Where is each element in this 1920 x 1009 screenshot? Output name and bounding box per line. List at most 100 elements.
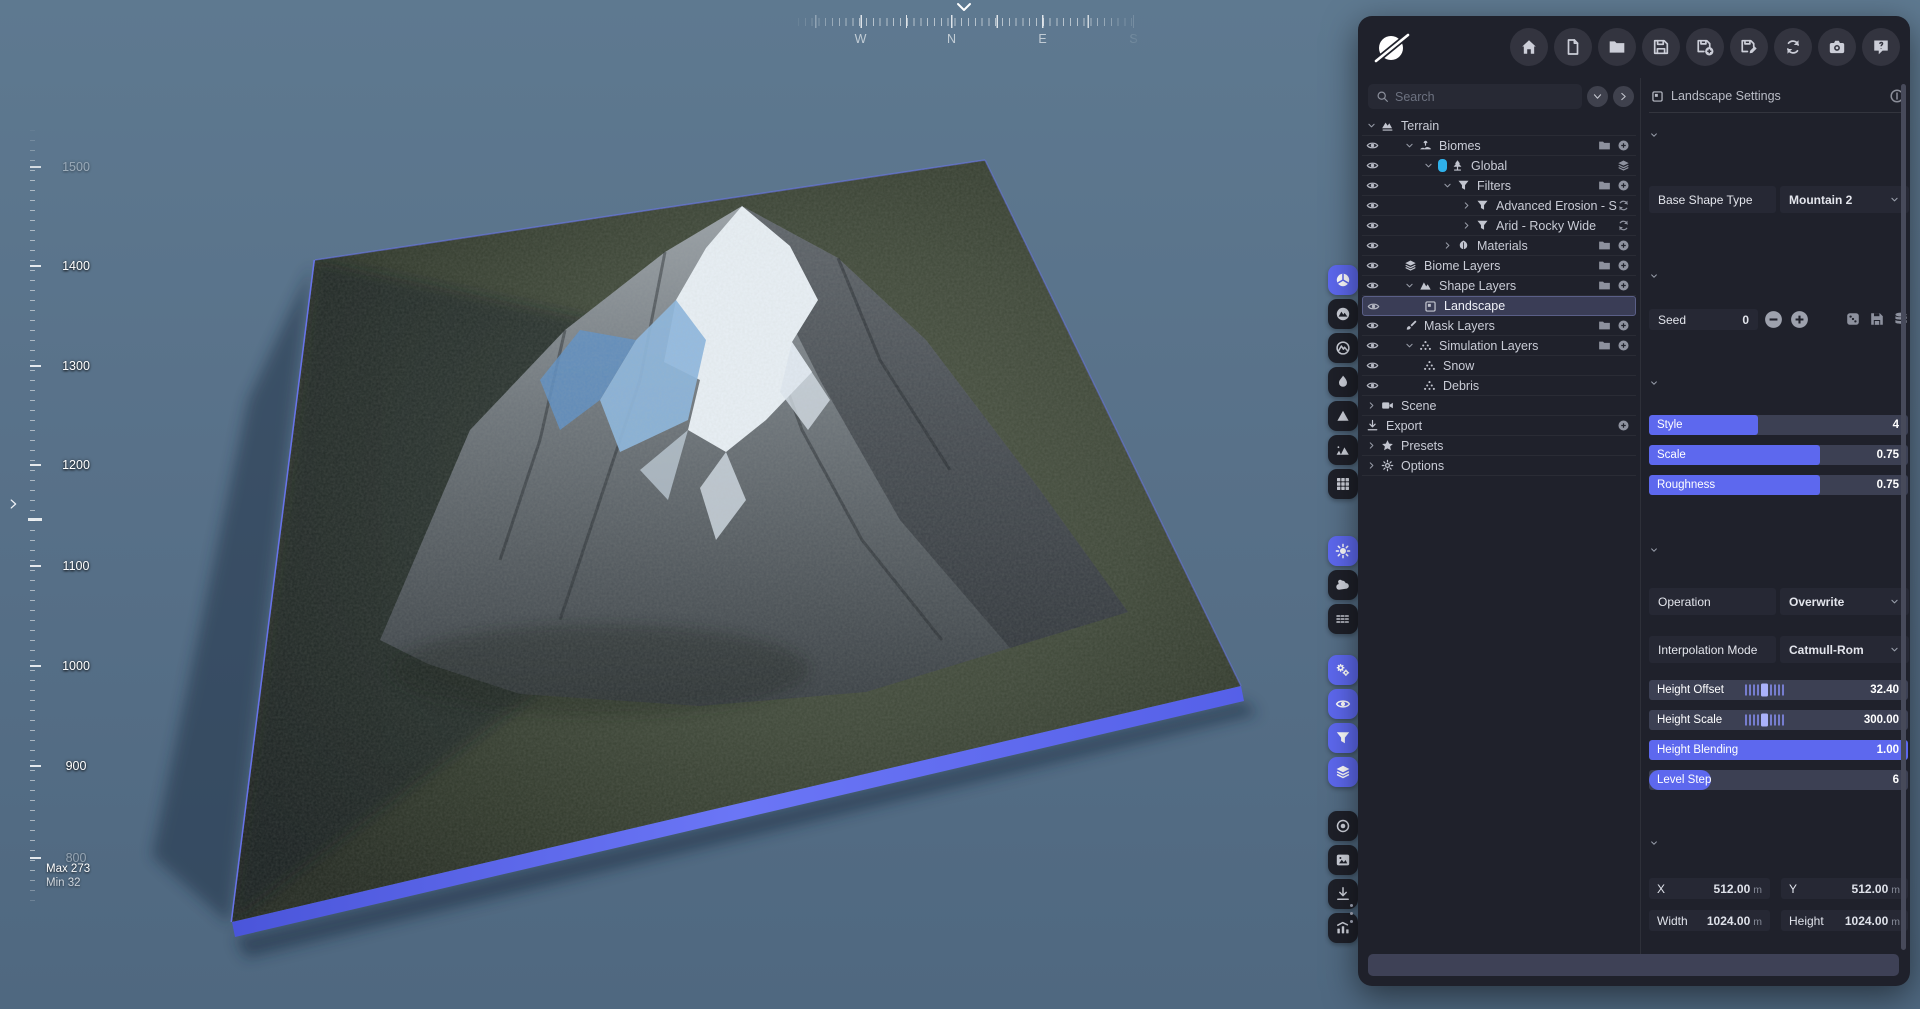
help-button[interactable] <box>1862 28 1900 66</box>
tree-row-snow[interactable]: Snow <box>1362 356 1636 376</box>
section-heading[interactable] <box>1649 271 1668 281</box>
save-edit-button[interactable] <box>1730 28 1768 66</box>
plus-button[interactable] <box>1617 339 1630 352</box>
section-heading[interactable] <box>1649 838 1668 848</box>
dice-button[interactable] <box>1845 311 1861 327</box>
open-folder-button[interactable] <box>1598 28 1636 66</box>
gears-button[interactable] <box>1328 655 1358 685</box>
expander-chevron-right[interactable] <box>1461 220 1476 231</box>
seed-field[interactable]: Seed0 <box>1649 309 1758 330</box>
visibility-toggle[interactable] <box>1366 219 1385 232</box>
plus-button[interactable] <box>1617 319 1630 332</box>
plus-button[interactable] <box>1617 139 1630 152</box>
tree-row-arid-rocky-wide[interactable]: Arid - Rocky Wide <box>1362 216 1636 236</box>
visibility-toggle[interactable] <box>1366 239 1385 252</box>
plus-button[interactable] <box>1617 239 1630 252</box>
tree-row-terrain[interactable]: Terrain <box>1362 116 1636 136</box>
tree-row-shape-layers[interactable]: Shape Layers <box>1362 276 1636 296</box>
sun-button[interactable] <box>1328 536 1358 566</box>
layers-button[interactable] <box>1617 159 1630 172</box>
save-plus-button[interactable] <box>1686 28 1724 66</box>
rocks-button[interactable] <box>1328 435 1358 465</box>
scale-slider[interactable]: Scale 0.75 <box>1649 445 1908 465</box>
section-heading[interactable] <box>1649 130 1668 140</box>
grid-button[interactable] <box>1328 469 1358 499</box>
panel-resize-handle[interactable] <box>1350 904 1353 923</box>
flame-button[interactable] <box>1328 367 1358 397</box>
style-slider[interactable]: Style 4 <box>1649 415 1908 435</box>
download-button[interactable] <box>1328 879 1358 909</box>
expander-chevron-right[interactable] <box>1442 240 1457 251</box>
mountain-circle-button[interactable] <box>1328 299 1358 329</box>
tree-row-biome-layers[interactable]: Biome Layers <box>1362 256 1636 276</box>
height-scale-field[interactable]: Height Scale 300.00 <box>1649 710 1908 730</box>
tree-row-mask-layers[interactable]: Mask Layers <box>1362 316 1636 336</box>
tree-row-export[interactable]: Export <box>1362 416 1636 436</box>
seed-decrement-button[interactable] <box>1763 309 1784 330</box>
plus-button[interactable] <box>1617 259 1630 272</box>
folder-button[interactable] <box>1598 319 1611 332</box>
left-panel-expand-button[interactable] <box>6 494 24 514</box>
expander-chevron-right[interactable] <box>1366 460 1381 471</box>
visibility-toggle[interactable] <box>1366 319 1385 332</box>
value-scrubber[interactable] <box>1745 684 1784 697</box>
visibility-toggle[interactable] <box>1366 259 1385 272</box>
folder-button[interactable] <box>1598 259 1611 272</box>
sync-button[interactable] <box>1774 28 1812 66</box>
terrain-disc-button[interactable] <box>1328 265 1358 295</box>
operation-dropdown[interactable]: Overwrite <box>1780 588 1909 615</box>
plus-button[interactable] <box>1617 179 1630 192</box>
expander-chevron-down[interactable] <box>1404 280 1419 291</box>
eye-button[interactable] <box>1328 689 1358 719</box>
color-swatch[interactable] <box>1438 159 1447 172</box>
save-button[interactable] <box>1642 28 1680 66</box>
tree-row-advanced-erosion-se[interactable]: Advanced Erosion - Se <box>1362 196 1636 216</box>
folder-button[interactable] <box>1598 279 1611 292</box>
tree-row-global[interactable]: Global <box>1362 156 1636 176</box>
tree-row-biomes[interactable]: Biomes <box>1362 136 1636 156</box>
visibility-toggle[interactable] <box>1366 199 1385 212</box>
expander-chevron-right[interactable] <box>1366 400 1381 411</box>
visibility-toggle[interactable] <box>1366 179 1385 192</box>
height-blending-slider[interactable]: Height Blending1.00 <box>1649 740 1908 760</box>
folder-button[interactable] <box>1598 239 1611 252</box>
visibility-toggle[interactable] <box>1366 379 1385 392</box>
expander-chevron-down[interactable] <box>1442 180 1457 191</box>
home-button[interactable] <box>1510 28 1548 66</box>
sync-button[interactable] <box>1617 199 1630 212</box>
mountain-circle-outline-button[interactable] <box>1328 333 1358 363</box>
value-scrubber[interactable] <box>1745 714 1784 727</box>
base-shape-type-dropdown[interactable]: Mountain 2 <box>1780 186 1909 213</box>
compass[interactable]: WNES <box>790 0 1146 50</box>
chart-button[interactable] <box>1328 913 1358 943</box>
tree-row-simulation-layers[interactable]: Simulation Layers <box>1362 336 1636 356</box>
folder-button[interactable] <box>1598 339 1611 352</box>
visibility-toggle[interactable] <box>1366 359 1385 372</box>
settings-scrollbar[interactable] <box>1901 84 1906 950</box>
tree-expand-all-button[interactable] <box>1613 86 1634 107</box>
expander-chevron-down[interactable] <box>1366 120 1381 131</box>
area-x-field[interactable]: X512.00m <box>1649 878 1770 899</box>
interpolation-mode-dropdown[interactable]: Catmull-Rom <box>1780 636 1909 663</box>
height-offset-field[interactable]: Height Offset 32.40 <box>1649 680 1908 700</box>
tree-row-filters[interactable]: Filters <box>1362 176 1636 196</box>
expander-chevron-right[interactable] <box>1366 440 1381 451</box>
expander-chevron-down[interactable] <box>1404 140 1419 151</box>
expander-chevron-down[interactable] <box>1423 160 1438 171</box>
visibility-toggle[interactable] <box>1366 339 1385 352</box>
search-input[interactable]: Search <box>1368 84 1582 109</box>
plus-button[interactable] <box>1617 279 1630 292</box>
folder-button[interactable] <box>1598 179 1611 192</box>
save-solid-button[interactable] <box>1869 311 1885 327</box>
visibility-toggle[interactable] <box>1367 300 1386 313</box>
area-width-field[interactable]: Width1024.00m <box>1649 910 1770 931</box>
tree-row-materials[interactable]: Materials <box>1362 236 1636 256</box>
expander-chevron-right[interactable] <box>1461 200 1476 211</box>
record-button[interactable] <box>1328 811 1358 841</box>
level-step-slider[interactable]: Level Step6 <box>1649 770 1908 790</box>
fog-button[interactable] <box>1328 604 1358 634</box>
visibility-toggle[interactable] <box>1366 279 1385 292</box>
seed-increment-button[interactable] <box>1789 309 1810 330</box>
section-heading[interactable] <box>1649 378 1668 388</box>
roughness-slider[interactable]: Roughness 0.75 <box>1649 475 1908 495</box>
